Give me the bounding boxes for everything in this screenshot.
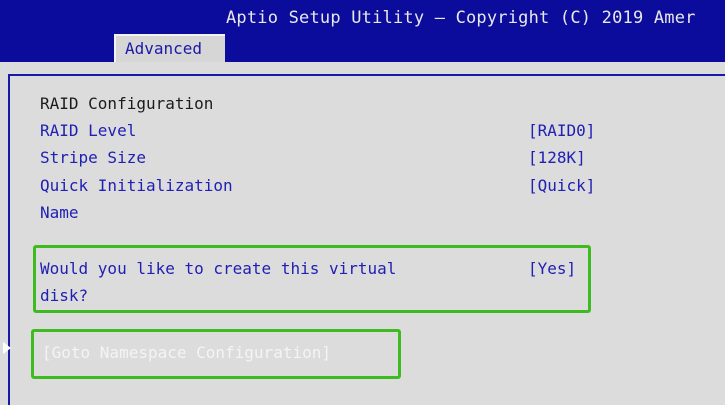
utility-title: Aptio Setup Utility – Copyright (C) 2019… [226, 8, 696, 28]
create-disk-value[interactable]: [Yes] [528, 259, 576, 279]
create-disk-label-line2[interactable]: disk? [40, 286, 88, 306]
create-disk-label-line1[interactable]: Would you like to create this virtual [40, 259, 396, 279]
tab-advanced[interactable]: Advanced [114, 34, 225, 62]
stripe-size-label[interactable]: Stripe Size [40, 148, 146, 168]
raid-level-label[interactable]: RAID Level [40, 121, 136, 141]
raid-level-value[interactable]: [RAID0] [528, 121, 595, 141]
quick-init-label[interactable]: Quick Initialization [40, 176, 233, 196]
create-disk-highlight [33, 245, 591, 313]
bios-screen: Aptio Setup Utility – Copyright (C) 2019… [0, 0, 725, 405]
section-title: RAID Configuration [40, 94, 214, 113]
header-bar: Aptio Setup Utility – Copyright (C) 2019… [0, 0, 725, 62]
name-label[interactable]: Name [40, 203, 79, 223]
goto-namespace-link[interactable]: [Goto Namespace Configuration] [42, 343, 331, 363]
stripe-size-value[interactable]: [128K] [528, 148, 586, 168]
tab-advanced-label: Advanced [125, 39, 203, 58]
submenu-arrow-icon [3, 342, 11, 354]
quick-init-value[interactable]: [Quick] [528, 176, 595, 196]
